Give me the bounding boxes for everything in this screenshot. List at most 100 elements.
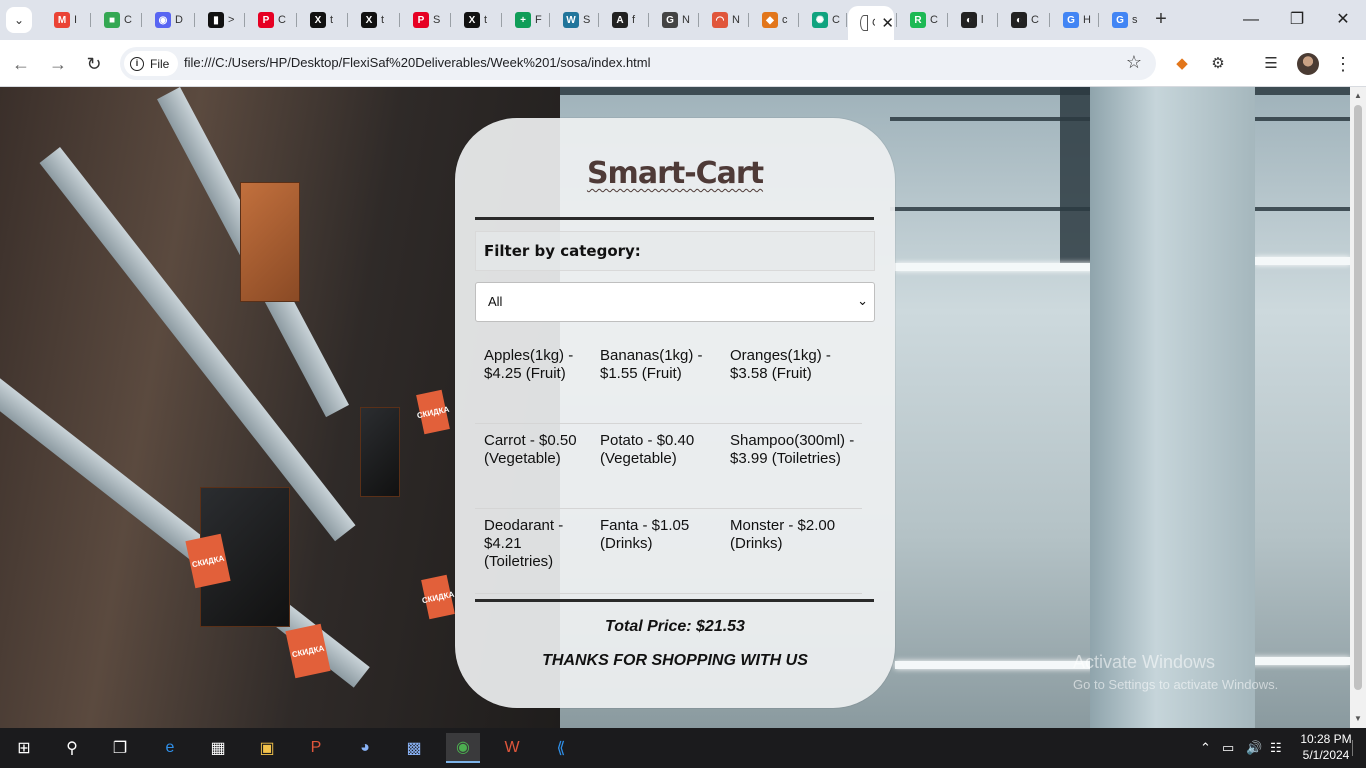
chrome-icon[interactable]: ◉ — [446, 733, 480, 763]
product-item: Fanta - $1.05 (Drinks) — [600, 517, 690, 552]
tab[interactable]: WS — [551, 6, 601, 34]
tab[interactable]: ◠ N — [700, 6, 750, 34]
url-text[interactable]: file:///C:/Users/HP/Desktop/FlexiSaf%20D… — [184, 55, 651, 70]
tab[interactable]: Xt — [298, 6, 348, 34]
tab[interactable]: ✺ C — [800, 6, 850, 34]
tab-separator — [748, 13, 749, 27]
tab[interactable]: ◐ C — [999, 6, 1049, 34]
edge-icon[interactable]: e — [153, 733, 187, 763]
tab[interactable]: GH — [1051, 6, 1101, 34]
page-icon — [860, 15, 868, 31]
page-scrollbar[interactable]: ▲ ▼ — [1350, 87, 1366, 728]
tab-separator — [1049, 13, 1050, 27]
tab-separator — [244, 13, 245, 27]
reload-button[interactable]: ↻ — [83, 53, 105, 75]
github-icon: ◐ — [1011, 12, 1027, 28]
tab-title: N — [732, 14, 740, 26]
windows-start-icon[interactable]: ⊞ — [7, 733, 41, 763]
product-box — [240, 182, 300, 302]
tab[interactable]: MI — [42, 6, 92, 34]
product-item: Deodarant - $4.21 (Toiletries) — [484, 517, 564, 570]
scrollbar-thumb[interactable] — [1354, 105, 1362, 690]
minimize-button[interactable]: — — [1228, 6, 1274, 34]
discord-icon: ◉ — [155, 12, 171, 28]
powerpoint-icon[interactable]: P — [299, 733, 333, 763]
x-icon: X — [361, 12, 377, 28]
store-icon[interactable]: ▦ — [201, 733, 235, 763]
volume-icon[interactable]: 🔊 — [1246, 740, 1262, 756]
ceiling-light — [1250, 657, 1350, 665]
product-row: Apples(1kg) - $4.25 (Fruit) Bananas(1kg) … — [475, 339, 862, 424]
tab[interactable]: Xt — [349, 6, 399, 34]
smart-cart-card: Smart-Cart Filter by category: All ⌄ App… — [455, 118, 895, 708]
tab-title: C — [832, 14, 840, 26]
scroll-down-icon[interactable]: ▼ — [1354, 714, 1362, 723]
chevron-up-icon[interactable]: ⌃ — [1200, 740, 1211, 756]
media-controls-icon[interactable]: ☰ — [1260, 53, 1282, 75]
tab-title: l — [981, 14, 984, 26]
tab-title: C — [930, 14, 938, 26]
taskbar-clock[interactable]: 10:28 PM 5/1/2024 — [1300, 731, 1352, 763]
back-button[interactable]: ← — [10, 53, 32, 75]
google-icon: G — [1112, 12, 1128, 28]
extensions-puzzle-icon[interactable]: ⚙ — [1207, 53, 1229, 75]
address-bar[interactable]: i File file:///C:/Users/HP/Desktop/Flexi… — [120, 47, 1156, 80]
info-icon: i — [130, 56, 144, 71]
tab-title: I — [74, 14, 78, 26]
tab[interactable]: ◆ c — [750, 6, 800, 34]
forward-button[interactable]: → — [47, 53, 69, 75]
category-select[interactable]: All ⌄ — [475, 282, 875, 322]
tab[interactable]: ◉ D — [143, 6, 193, 34]
app-icon[interactable]: ◕ — [348, 733, 382, 763]
tab-separator — [648, 13, 649, 27]
tab[interactable]: ▮ > — [196, 6, 246, 34]
google-meet-icon: ■ — [104, 12, 120, 28]
tab[interactable]: ■ C — [92, 6, 142, 34]
tab-title: f — [632, 14, 636, 26]
total-price: Total Price: $21.53 — [605, 618, 745, 635]
close-tab-icon[interactable]: ✕ — [881, 14, 894, 32]
tab[interactable]: RC — [898, 6, 948, 34]
product-row: Carrot - $0.50 (Vegetable) Potato - $0.40… — [475, 424, 862, 509]
close-window-button[interactable]: ✕ — [1320, 6, 1366, 34]
ceiling-light — [895, 263, 1095, 271]
tab-separator — [90, 13, 91, 27]
wps-office-icon[interactable]: W — [495, 733, 529, 763]
tab[interactable]: + F — [503, 6, 553, 34]
metamask-extension-icon[interactable]: ◆ — [1171, 53, 1193, 75]
tab-title: C — [872, 17, 875, 29]
scroll-up-icon[interactable]: ▲ — [1354, 91, 1362, 100]
tab[interactable]: PC — [246, 6, 296, 34]
product-item: Potato - $0.40 (Vegetable) — [600, 432, 695, 467]
menu-kebab-icon[interactable]: ⋮ — [1332, 53, 1354, 75]
tab-separator — [997, 13, 998, 27]
product-item: Apples(1kg) - $4.25 (Fruit) — [484, 347, 574, 382]
new-tab-button[interactable]: + — [1150, 8, 1172, 30]
show-desktop-button[interactable] — [1352, 740, 1360, 756]
app-window-icon[interactable]: ▩ — [397, 733, 431, 763]
tab[interactable]: Xt — [452, 6, 502, 34]
tab-separator — [501, 13, 502, 27]
tab[interactable]: PS — [401, 6, 451, 34]
tab[interactable]: GN — [650, 6, 700, 34]
clock-date: 5/1/2024 — [1302, 748, 1350, 762]
vscode-icon[interactable]: ⟪ — [544, 733, 578, 763]
site-info-chip[interactable]: i File — [124, 51, 179, 76]
profile-avatar[interactable] — [1297, 53, 1319, 75]
tab[interactable]: Af — [600, 6, 650, 34]
input-indicator-icon[interactable]: ☷ — [1270, 740, 1282, 756]
tab[interactable]: ◐ l — [949, 6, 999, 34]
tab[interactable]: Gs — [1100, 6, 1150, 34]
category-select-value: All — [488, 294, 503, 309]
x-icon: X — [464, 12, 480, 28]
battery-icon[interactable]: ▭ — [1222, 740, 1234, 756]
file-explorer-icon[interactable]: ▣ — [250, 733, 284, 763]
chatgpt-icon: ✺ — [812, 12, 828, 28]
bookmark-star-icon[interactable]: ☆ — [1126, 52, 1142, 73]
maximize-button[interactable]: ❐ — [1274, 6, 1320, 34]
tab-active[interactable]: C✕ — [848, 6, 894, 40]
task-view-icon[interactable]: ❐ — [103, 733, 137, 763]
tab-separator — [296, 13, 297, 27]
tab-search-button[interactable]: ⌄ — [6, 7, 32, 33]
search-icon[interactable]: ⚲ — [55, 733, 89, 763]
